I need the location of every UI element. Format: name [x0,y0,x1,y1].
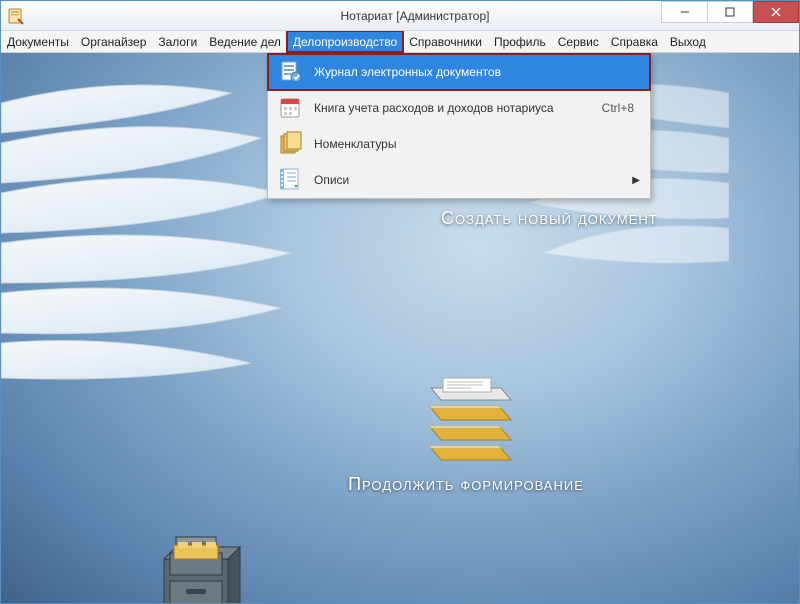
dropdown-item-label: Номенклатуры [314,137,640,151]
app-window: Нотариат [Администратор] ДокументыОргана… [0,0,800,604]
window-controls [661,1,799,23]
launcher-continue-formation[interactable]: Продолжить формирование [331,358,601,495]
maximize-button[interactable] [707,1,753,23]
dropdown-item-3[interactable]: Описи▶ [268,162,650,198]
dropdown-item-icon [278,95,304,121]
menu-item-2[interactable]: Залоги [152,31,203,52]
submenu-arrow-icon: ▶ [632,175,640,186]
launcher-label: Создать новый документ [441,208,658,229]
dropdown-item-label: Описи [314,173,632,187]
minimize-button[interactable] [661,1,707,23]
close-button[interactable] [753,1,799,23]
launcher-label: Продолжить формирование [331,474,601,495]
dropdown-item-shortcut: Ctrl+8 [602,101,634,115]
dropdown-item-label: Книга учета расходов и доходов нотариуса [314,101,602,115]
filing-cabinet-icon: АРХИВ [146,531,246,603]
dropdown-item-label: Журнал электронных документов [314,65,640,79]
dropdown-item-icon [278,59,304,85]
titlebar: Нотариат [Администратор] [1,1,799,31]
dropdown-item-icon [278,167,304,193]
dropdown-item-1[interactable]: Книга учета расходов и доходов нотариуса… [268,90,650,126]
menu-item-4[interactable]: Делопроизводство [287,31,403,52]
menu-item-7[interactable]: Сервис [552,31,605,52]
dropdown-item-0[interactable]: Журнал электронных документов [268,54,650,90]
launcher-create-document[interactable]: Создать новый документ [441,208,658,229]
menu-item-9[interactable]: Выход [664,31,712,52]
client-area: Журнал электронных документов Книга учета… [1,53,799,603]
dropdown-item-2[interactable]: Номенклатуры [268,126,650,162]
menu-item-5[interactable]: Справочники [403,31,488,52]
paper-trays-icon [411,358,521,468]
dropdown-menu: Журнал электронных документов Книга учета… [267,53,651,199]
menu-item-6[interactable]: Профиль [488,31,552,52]
menu-item-8[interactable]: Справка [605,31,664,52]
launcher-archive[interactable]: АРХИВ Архив нотариальных документов [11,531,381,603]
menubar: ДокументыОрганайзерЗалогиВедение делДело… [1,31,799,53]
menu-item-1[interactable]: Органайзер [75,31,153,52]
app-icon [7,7,25,25]
menu-item-3[interactable]: Ведение дел [203,31,287,52]
menu-item-0[interactable]: Документы [1,31,75,52]
dropdown-item-icon [278,131,304,157]
